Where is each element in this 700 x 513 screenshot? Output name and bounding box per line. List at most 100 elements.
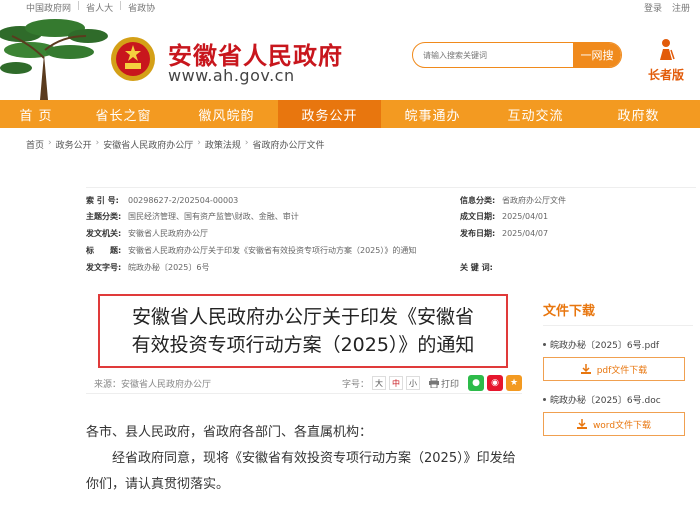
document-title: 安徽省人民政府办公厅关于印发《安徽省 有效投资专项行动方案（2025）》的通知 — [98, 294, 508, 368]
meta-row: 关 键 词: — [460, 259, 502, 275]
word-download-label: word文件下载 — [592, 420, 652, 431]
breadcrumb: 首页 › 政务公开 › 安徽省人民政府办公厅 › 政策法规 › 省政府办公厅文件 — [26, 138, 325, 151]
main-nav: 首 页 省长之窗 徽风皖韵 政务公开 皖事通办 互动交流 政府数 — [0, 100, 700, 128]
breadcrumb-separator: › — [48, 138, 52, 148]
file-download-title: 文件下载 — [543, 300, 693, 326]
meta-value: 安徽省人民政府办公厅关于印发《安徽省有效投资专项行动方案（2025）》的通知 — [128, 245, 417, 255]
file-name: 皖政办秘〔2025〕6号.pdf — [543, 338, 693, 351]
meta-value: 2025/04/07 — [502, 228, 549, 238]
print-label: 打印 — [440, 379, 459, 390]
breadcrumb-item[interactable]: 首页 — [26, 138, 44, 151]
divider: | — [77, 1, 81, 11]
auth-links: 登录 注册 — [644, 1, 690, 14]
download-item: 皖政办秘〔2025〕6号.doc word文件下载 — [543, 393, 693, 436]
top-utility-bar: 中国政府网 | 省人大 | 省政协 登录 注册 — [0, 0, 700, 14]
meta-key: 发布日期: — [460, 228, 496, 238]
elder-mode-button[interactable]: 长者版 — [644, 38, 688, 83]
document-title-line: 有效投资专项行动方案（2025）》的通知 — [131, 334, 475, 356]
elder-person-icon — [660, 39, 675, 60]
printer-icon — [428, 378, 439, 388]
document-meta: 索 引 号: 00298627-2/202504-00003 主题分类: 国民经济管… — [86, 187, 696, 273]
body-paragraph: 经省政府同意，现将《安徽省有效投资专项行动方案（2025）》印发给你们，请认真贯… — [86, 451, 516, 492]
meta-row: 索 引 号: 00298627-2/202504-00003 — [86, 192, 238, 208]
bullet-icon — [543, 343, 546, 346]
favorite-icon[interactable]: ★ — [506, 375, 522, 391]
meta-row: 发文字号: 皖政办秘〔2025〕6号 — [86, 259, 209, 275]
breadcrumb-separator: › — [95, 138, 100, 148]
file-download-panel: 文件下载 皖政办秘〔2025〕6号.pdf pdf文件下载 皖政办秘〔2025〕… — [543, 300, 693, 436]
font-size-medium-button[interactable]: 中 — [388, 376, 403, 390]
meta-row: 信息分类: 省政府办公厅文件 — [460, 192, 566, 208]
breadcrumb-item[interactable]: 省政府办公厅文件 — [253, 138, 325, 151]
search-input[interactable] — [413, 43, 573, 67]
download-icon — [580, 364, 591, 374]
meta-row: 成文日期: 2025/04/01 — [460, 208, 548, 224]
breadcrumb-separator: › — [244, 138, 249, 148]
elder-mode-label: 长者版 — [647, 68, 684, 82]
breadcrumb-item[interactable]: 安徽省人民政府办公厅 — [103, 138, 193, 151]
salutation: 各市、县人民政府，省政府各部门、各直属机构： — [86, 425, 373, 440]
wechat-icon[interactable]: ● — [468, 375, 484, 391]
meta-key: 发文字号: — [86, 262, 122, 272]
meta-value: 皖政办秘〔2025〕6号 — [128, 262, 210, 272]
meta-row: 发文机关: 安徽省人民政府办公厅 — [86, 225, 208, 241]
word-download-button[interactable]: word文件下载 — [543, 412, 685, 436]
top-link-cppcc[interactable]: 省政协 — [128, 1, 155, 14]
meta-value: 国民经济管理、国有资产监管\财政、金融、审计 — [128, 211, 299, 221]
site-url: www.ah.gov.cn — [168, 66, 295, 85]
document-body: 各市、县人民政府，省政府各部门、各直属机构： 经省政府同意，现将《安徽省有效投资… — [86, 420, 526, 498]
divider: | — [119, 1, 123, 11]
register-link[interactable]: 注册 — [672, 1, 690, 14]
top-link-congress[interactable]: 省人大 — [86, 1, 113, 14]
nav-item-interaction[interactable]: 互动交流 — [484, 100, 587, 128]
site-header: 安徽省人民政府 www.ah.gov.cn 一网搜 长者版 — [0, 14, 700, 100]
file-name: 皖政办秘〔2025〕6号.doc — [543, 393, 693, 406]
meta-key: 主题分类: — [86, 211, 122, 221]
nav-item-home[interactable]: 首 页 — [0, 100, 72, 128]
nav-item-services[interactable]: 皖事通办 — [381, 100, 484, 128]
font-size-large-button[interactable]: 大 — [371, 376, 386, 390]
print-button[interactable]: 打印 — [428, 377, 459, 390]
meta-key: 发文机关: — [86, 228, 122, 238]
document-title-line: 安徽省人民政府办公厅关于印发《安徽省 — [131, 306, 474, 328]
pdf-download-button[interactable]: pdf文件下载 — [543, 357, 685, 381]
meta-value: 00298627-2/202504-00003 — [128, 195, 239, 205]
meta-row: 发布日期: 2025/04/07 — [460, 225, 548, 241]
meta-key: 索 引 号: — [86, 195, 119, 205]
page: 中国政府网 | 省人大 | 省政协 登录 注册 安徽省人民政府 www.ah.g… — [0, 0, 700, 513]
download-item: 皖政办秘〔2025〕6号.pdf pdf文件下载 — [543, 338, 693, 381]
meta-key: 成文日期: — [460, 211, 496, 221]
nav-item-culture[interactable]: 徽风皖韵 — [175, 100, 278, 128]
source-toolbar: 来源：安徽省人民政府办公厅 字号： 大 中 小 打印 ● ◉ ★ — [86, 374, 522, 394]
meta-row: 标 题: 安徽省人民政府办公厅关于印发《安徽省有效投资专项行动方案（2025）》的… — [86, 242, 416, 258]
breadcrumb-item[interactable]: 政策法规 — [205, 138, 241, 151]
search-box: 一网搜 — [412, 42, 622, 68]
national-emblem-icon — [111, 37, 155, 81]
file-name-text[interactable]: 皖政办秘〔2025〕6号.pdf — [550, 338, 659, 351]
meta-key: 信息分类: — [460, 195, 496, 205]
search-button[interactable]: 一网搜 — [573, 43, 621, 67]
download-icon — [576, 419, 587, 429]
pine-tree-icon — [0, 19, 108, 100]
top-link-gov[interactable]: 中国政府网 — [26, 1, 71, 14]
meta-key: 标 题: — [86, 245, 122, 255]
breadcrumb-separator: › — [197, 138, 201, 148]
font-size-small-button[interactable]: 小 — [405, 376, 420, 390]
weibo-icon[interactable]: ◉ — [487, 375, 503, 391]
login-link[interactable]: 登录 — [644, 1, 662, 14]
source-label: 来源：安徽省人民政府办公厅 — [94, 380, 212, 390]
breadcrumb-item[interactable]: 政务公开 — [56, 138, 92, 151]
font-size-label: 字号： — [341, 379, 369, 390]
meta-value: 省政府办公厅文件 — [502, 195, 566, 205]
nav-item-gov-data[interactable]: 政府数 — [587, 100, 690, 128]
bullet-icon — [543, 398, 546, 401]
file-name-text[interactable]: 皖政办秘〔2025〕6号.doc — [550, 393, 661, 406]
pdf-download-label: pdf文件下载 — [596, 365, 648, 376]
nav-item-gov-affairs[interactable]: 政务公开 — [278, 100, 381, 128]
meta-row: 主题分类: 国民经济管理、国有资产监管\财政、金融、审计 — [86, 208, 299, 224]
article-tools: 字号： 大 中 小 打印 ● ◉ ★ — [342, 375, 522, 391]
meta-value: 安徽省人民政府办公厅 — [128, 228, 208, 238]
top-links: 中国政府网 | 省人大 | 省政协 — [26, 1, 155, 14]
meta-key: 关 键 词: — [460, 262, 493, 272]
nav-item-governor[interactable]: 省长之窗 — [72, 100, 175, 128]
